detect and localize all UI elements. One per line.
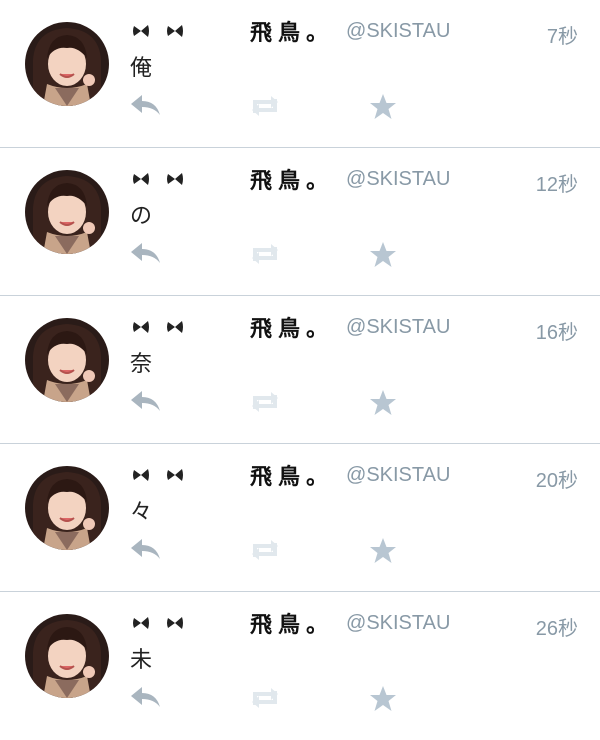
timestamp[interactable]: 12秒 <box>536 168 578 197</box>
favorite-button[interactable] <box>369 389 397 421</box>
heart-icon <box>167 321 183 333</box>
avatar[interactable] <box>25 22 109 106</box>
reply-icon <box>131 391 160 411</box>
name-prefix-icons <box>132 318 184 336</box>
retweet-button[interactable] <box>247 241 283 271</box>
favorite-button[interactable] <box>369 93 397 125</box>
heart-icon <box>133 469 149 481</box>
retweet-button[interactable] <box>247 537 283 567</box>
heart-icon <box>167 173 183 185</box>
author-line: 飛鳥。 @SKISTAU <box>132 16 450 46</box>
reply-button[interactable] <box>130 685 162 713</box>
heart-icon <box>167 469 183 481</box>
display-name[interactable]: 飛鳥。 <box>250 15 334 47</box>
reply-icon <box>131 243 160 263</box>
retweet-button[interactable] <box>247 685 283 715</box>
tweet[interactable]: 飛鳥。 @SKISTAU 20秒 々 <box>0 443 600 592</box>
avatar[interactable] <box>25 318 109 402</box>
tweet-text: 未 <box>130 648 153 673</box>
author-line: 飛鳥。 @SKISTAU <box>132 608 450 638</box>
name-prefix-icons <box>132 170 184 188</box>
favorite-button[interactable] <box>369 685 397 717</box>
author-line: 飛鳥。 @SKISTAU <box>132 164 450 194</box>
heart-icon <box>133 173 149 185</box>
display-name[interactable]: 飛鳥。 <box>250 163 334 195</box>
avatar[interactable] <box>25 614 109 698</box>
timestamp[interactable]: 16秒 <box>536 316 578 345</box>
retweet-icon <box>252 96 278 116</box>
tweet-text: 々 <box>130 500 153 525</box>
reply-button[interactable] <box>130 241 162 269</box>
timestamp[interactable]: 7秒 <box>547 20 578 49</box>
favorite-star-icon <box>370 686 396 711</box>
reply-button[interactable] <box>130 93 162 121</box>
favorite-star-icon <box>370 390 396 415</box>
retweet-icon <box>252 540 278 560</box>
display-name[interactable]: 飛鳥。 <box>250 459 334 491</box>
retweet-button[interactable] <box>247 93 283 123</box>
tweet-text: 俺 <box>130 56 153 81</box>
favorite-button[interactable] <box>369 537 397 569</box>
name-prefix-icons <box>132 466 184 484</box>
heart-icon <box>167 25 183 37</box>
timeline: 飛鳥。 @SKISTAU 7秒 俺 飛鳥。 @SKISTAU 12秒 の 飛鳥。… <box>0 0 600 729</box>
favorite-star-icon <box>370 94 396 119</box>
retweet-icon <box>252 688 278 708</box>
heart-icon <box>167 617 183 629</box>
tweet[interactable]: 飛鳥。 @SKISTAU 26秒 未 <box>0 591 600 740</box>
heart-icon <box>133 617 149 629</box>
avatar[interactable] <box>25 466 109 550</box>
author-line: 飛鳥。 @SKISTAU <box>132 312 450 342</box>
tweet[interactable]: 飛鳥。 @SKISTAU 16秒 奈 <box>0 295 600 444</box>
favorite-star-icon <box>370 242 396 267</box>
timestamp[interactable]: 20秒 <box>536 464 578 493</box>
tweet[interactable]: 飛鳥。 @SKISTAU 7秒 俺 <box>0 0 600 148</box>
reply-button[interactable] <box>130 389 162 417</box>
user-handle[interactable]: @SKISTAU <box>346 464 450 487</box>
retweet-icon <box>252 244 278 264</box>
reply-button[interactable] <box>130 537 162 565</box>
name-prefix-icons <box>132 614 184 632</box>
timestamp[interactable]: 26秒 <box>536 612 578 641</box>
author-line: 飛鳥。 @SKISTAU <box>132 460 450 490</box>
favorite-button[interactable] <box>369 241 397 273</box>
user-handle[interactable]: @SKISTAU <box>346 20 450 43</box>
reply-icon <box>131 95 160 115</box>
reply-icon <box>131 687 160 707</box>
display-name[interactable]: 飛鳥。 <box>250 311 334 343</box>
heart-icon <box>133 321 149 333</box>
user-handle[interactable]: @SKISTAU <box>346 612 450 635</box>
user-handle[interactable]: @SKISTAU <box>346 316 450 339</box>
tweet-text: 奈 <box>130 352 153 377</box>
tweet-text: の <box>130 204 153 229</box>
reply-icon <box>131 539 160 559</box>
heart-icon <box>133 25 149 37</box>
retweet-button[interactable] <box>247 389 283 419</box>
tweet[interactable]: 飛鳥。 @SKISTAU 12秒 の <box>0 147 600 296</box>
display-name[interactable]: 飛鳥。 <box>250 607 334 639</box>
user-handle[interactable]: @SKISTAU <box>346 168 450 191</box>
favorite-star-icon <box>370 538 396 563</box>
avatar[interactable] <box>25 170 109 254</box>
retweet-icon <box>252 392 278 412</box>
name-prefix-icons <box>132 22 184 40</box>
